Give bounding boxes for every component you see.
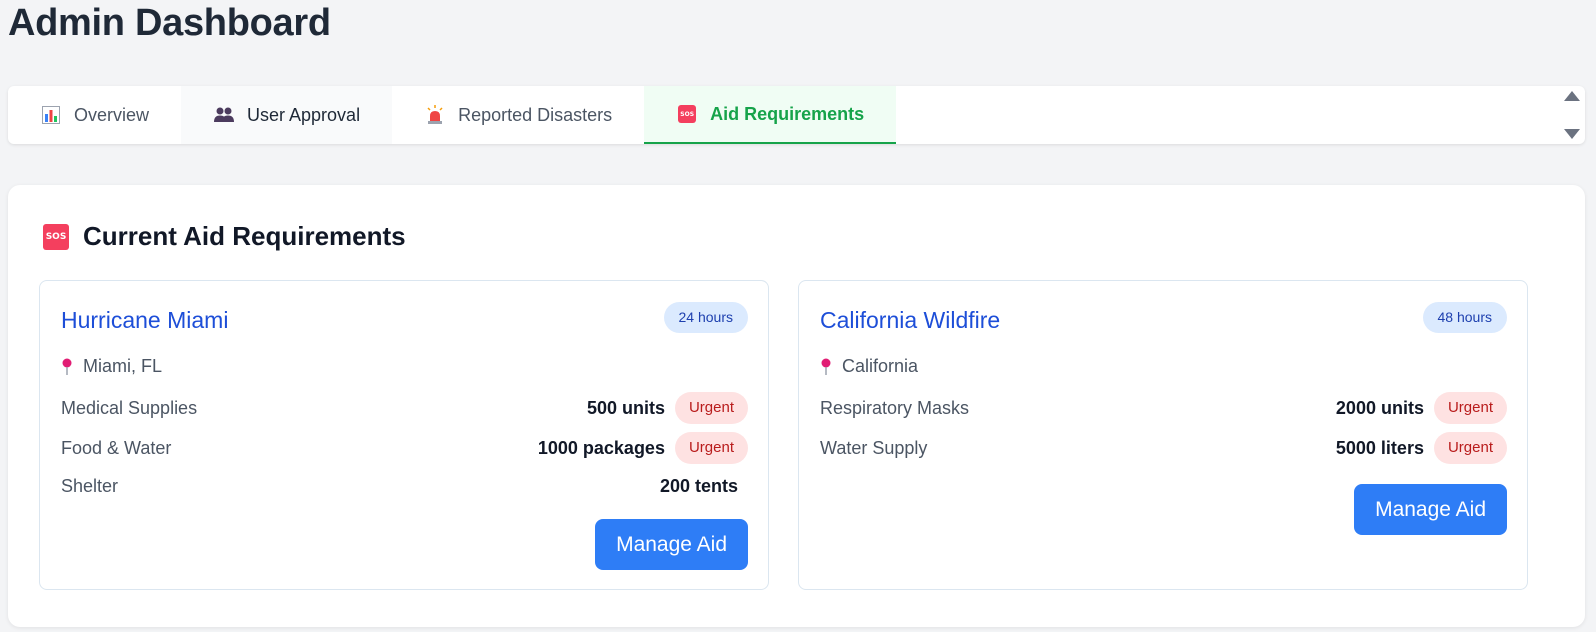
tab-user-approval[interactable]: User Approval <box>181 86 393 144</box>
tab-bar: Overview User Approval Reported Disaster… <box>8 86 1585 144</box>
manage-aid-button[interactable]: Manage Aid <box>1354 484 1507 535</box>
siren-icon <box>424 104 446 126</box>
tab-reported-disasters[interactable]: Reported Disasters <box>392 86 644 144</box>
requirement-name: Food & Water <box>61 437 172 458</box>
aid-card-hurricane-miami: Hurricane Miami 24 hours Miami, FL Medic… <box>39 280 769 590</box>
location: California <box>820 356 918 377</box>
tab-overview[interactable]: Overview <box>8 86 181 144</box>
tab-label: Reported Disasters <box>458 104 613 125</box>
aid-card-california-wildfire: California Wildfire 48 hours California … <box>798 280 1528 590</box>
requirement-row: Food & Water 1000 packages Urgent <box>61 432 748 464</box>
time-badge: 48 hours <box>1422 302 1507 333</box>
requirement-row: Shelter 200 tents <box>61 470 748 502</box>
tab-label: Overview <box>74 104 150 125</box>
requirement-name: Water Supply <box>820 437 928 458</box>
sos-icon: SOS <box>43 223 69 250</box>
requirement-row: Respiratory Masks 2000 units Urgent <box>820 392 1507 424</box>
page-title: Admin Dashboard <box>8 2 331 44</box>
users-icon <box>213 104 235 126</box>
location-text: Miami, FL <box>83 356 163 376</box>
requirement-quantity: 1000 packages <box>537 437 665 458</box>
manage-aid-button[interactable]: Manage Aid <box>595 519 748 570</box>
bar-chart-icon <box>40 104 62 126</box>
card-title[interactable]: California Wildfire <box>820 307 1000 334</box>
pin-icon <box>821 358 831 375</box>
requirement-quantity: 2000 units <box>1335 397 1424 418</box>
panel-header: SOS Current Aid Requirements <box>43 221 406 252</box>
requirement-name: Respiratory Masks <box>820 397 970 418</box>
requirement-quantity: 5000 liters <box>1335 437 1424 458</box>
requirement-quantity: 200 tents <box>659 475 738 496</box>
tab-label: User Approval <box>247 104 361 125</box>
urgent-badge: Urgent <box>674 392 748 424</box>
urgent-badge: Urgent <box>1433 432 1507 464</box>
tab-label: Aid Requirements <box>710 103 865 124</box>
location: Miami, FL <box>61 356 162 377</box>
card-title[interactable]: Hurricane Miami <box>61 307 228 334</box>
panel-title: Current Aid Requirements <box>83 221 406 251</box>
aid-requirements-panel: SOS Current Aid Requirements Hurricane M… <box>8 185 1585 627</box>
scroll-down-icon[interactable] <box>1564 128 1580 140</box>
time-badge: 24 hours <box>663 302 748 333</box>
requirement-row: Medical Supplies 500 units Urgent <box>61 392 748 424</box>
urgent-badge: Urgent <box>674 432 748 464</box>
sos-icon: SOS <box>676 103 698 125</box>
requirement-name: Shelter <box>61 475 119 496</box>
requirement-quantity: 500 units <box>586 397 665 418</box>
location-text: California <box>842 356 919 376</box>
requirement-name: Medical Supplies <box>61 397 198 418</box>
tab-scrollbar[interactable] <box>1559 86 1585 144</box>
requirement-row: Water Supply 5000 liters Urgent <box>820 432 1507 464</box>
scroll-up-icon[interactable] <box>1564 90 1580 102</box>
urgent-badge: Urgent <box>1433 392 1507 424</box>
pin-icon <box>62 358 72 375</box>
tab-aid-requirements[interactable]: SOS Aid Requirements <box>644 86 897 144</box>
